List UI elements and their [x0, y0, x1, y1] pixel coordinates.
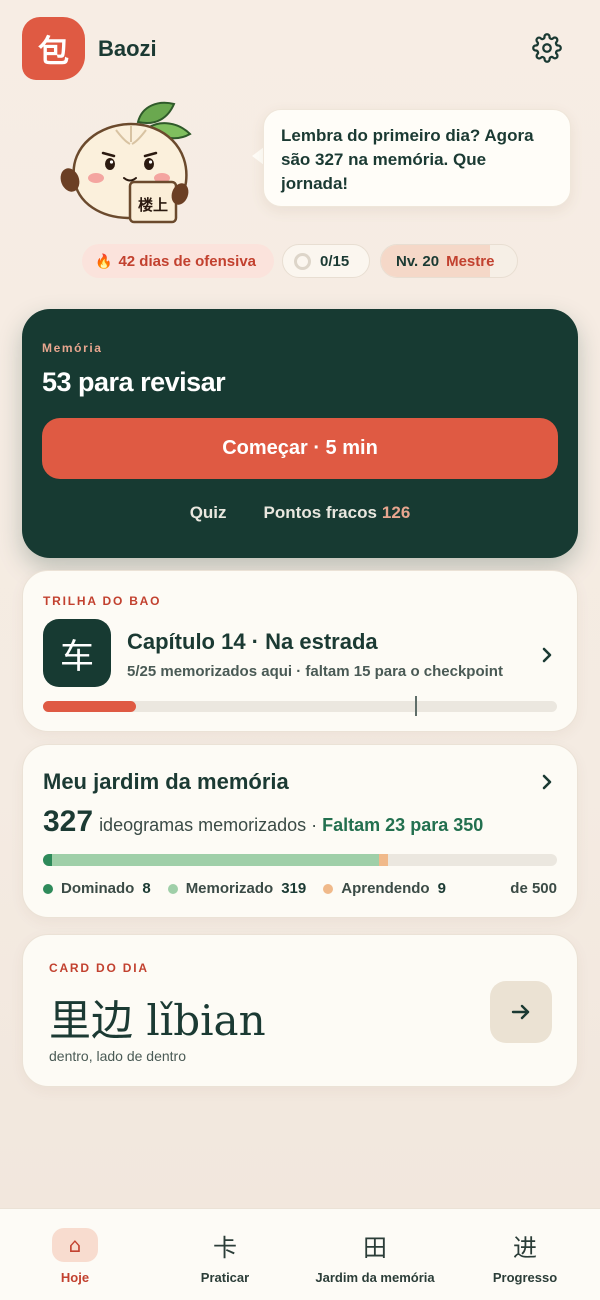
quiz-link[interactable]: Quiz	[190, 503, 227, 523]
home-icon: ⌂	[68, 1233, 82, 1257]
app-header: 包 Baozi	[0, 0, 600, 96]
nav-label: Praticar	[200, 1270, 250, 1285]
legend-name: Aprendendo	[341, 880, 430, 897]
legend-item: Dominado 8	[43, 880, 151, 897]
level-label: Nv. 20	[396, 252, 440, 270]
app-logo: 包	[22, 17, 85, 80]
baozi-mascot: 楼上	[56, 98, 206, 230]
nav-item-3[interactable]: 进 Progresso	[450, 1209, 600, 1300]
goal-remaining: Faltam 23 para 350	[322, 815, 484, 835]
trail-eyebrow: TRILHA DO BAO	[43, 594, 162, 608]
daily-hanzi: 里边	[49, 996, 134, 1045]
bottom-navigation: ⌂ Hoje 卡 Praticar 田 Jardim da memória 进 Progres…	[0, 1208, 600, 1300]
chapter-progress-fill	[43, 701, 136, 712]
nav-label: Progresso	[492, 1270, 558, 1285]
nav-label: Jardim da memória	[315, 1270, 435, 1285]
legend-count: 319	[281, 880, 307, 897]
memorized-count: 327	[43, 805, 94, 838]
review-card: Memória 53 para revisar Começar · 5 min …	[22, 309, 578, 558]
review-title: 53 para revisar	[42, 367, 226, 397]
chevron-right-icon[interactable]	[537, 772, 557, 792]
weak-points-label: Pontos fracos	[263, 503, 377, 522]
nav-icon-wrap: 卡	[202, 1228, 248, 1262]
garden-title: Meu jardim da memória	[43, 769, 289, 794]
start-review-button[interactable]: Começar · 5 min	[42, 418, 558, 479]
legend-dot	[43, 883, 53, 894]
nav-icon-wrap: 田	[352, 1228, 398, 1262]
daily-pinyin: lǐbian	[146, 996, 266, 1045]
review-eyebrow: Memória	[42, 341, 103, 355]
flame-icon: 🔥	[95, 252, 113, 269]
daily-goal-label: 0/15	[320, 252, 350, 270]
memory-garden-card[interactable]: Meu jardim da memória 327 ideogramas mem…	[22, 744, 578, 918]
legend-item: Memorizado 319	[167, 880, 307, 897]
mascot-sign-text: 楼上	[137, 196, 168, 214]
chapter-icon: 车	[43, 619, 111, 687]
streak-label: 42 dias de ofensiva	[118, 252, 257, 270]
daily-eyebrow: CARD DO DIA	[49, 961, 149, 975]
legend-name: Memorizado	[185, 880, 274, 897]
chapter-subtitle: 5/25 memorizados aqui · faltam 15 para o…	[127, 663, 503, 680]
mastery-legend: Dominado 8 Memorizado 319 Aprendendo 9 de 500	[43, 880, 557, 897]
mastery-segment-2	[379, 854, 388, 866]
weak-points-count: 126	[381, 503, 411, 522]
arrow-right-icon	[511, 1004, 530, 1020]
garden-field-icon: 田	[363, 1233, 387, 1262]
separator: ·	[311, 815, 318, 835]
total-label: de 500	[510, 880, 557, 897]
level-badge[interactable]: Nv. 20 Mestre	[380, 244, 518, 278]
level-rank: Mestre	[446, 252, 495, 270]
mastery-segment-0	[43, 854, 52, 866]
mastery-segment-1	[52, 854, 379, 866]
nav-icon-wrap: ⌂	[52, 1228, 98, 1262]
nav-label: Hoje	[60, 1270, 90, 1285]
chapter-title: Capítulo 14 · Na estrada	[127, 629, 378, 654]
legend-item: Aprendendo 9	[323, 880, 446, 897]
legend-count: 9	[437, 880, 446, 897]
mastery-stacked-bar	[43, 854, 557, 866]
gear-icon	[532, 33, 562, 63]
trail-card[interactable]: TRILHA DO BAO 车 Capítulo 14 · Na estrada…	[22, 570, 578, 732]
legend-dot	[167, 883, 178, 894]
progress-ring-icon	[294, 252, 311, 270]
card-of-the-day[interactable]: CARD DO DIA 里边 lǐbian dentro, lado de de…	[22, 934, 578, 1087]
nav-item-1[interactable]: 卡 Praticar	[150, 1209, 300, 1300]
legend-count: 8	[142, 880, 151, 897]
chapter-progress-bar	[43, 696, 557, 716]
speech-bubble: Lembra do primeiro dia? Agora são 327 na…	[263, 109, 571, 207]
legend-dot	[323, 883, 334, 894]
chevron-right-icon[interactable]	[537, 645, 557, 665]
settings-button[interactable]	[530, 31, 564, 65]
nav-item-0[interactable]: ⌂ Hoje	[0, 1209, 150, 1300]
open-card-button[interactable]	[490, 981, 552, 1043]
checkpoint-marker	[414, 696, 417, 716]
practice-card-icon: 卡	[213, 1233, 237, 1262]
weak-points-link[interactable]: Pontos fracos 126	[264, 503, 411, 523]
progress-icon: 进	[513, 1233, 537, 1262]
memorized-unit: ideogramas memorizados	[99, 815, 307, 835]
daily-meaning: dentro, lado de dentro	[49, 1048, 186, 1064]
app-name: Baozi	[98, 36, 157, 61]
nav-icon-wrap: 进	[502, 1228, 548, 1262]
nav-item-2[interactable]: 田 Jardim da memória	[300, 1209, 450, 1300]
daily-goal-badge[interactable]: 0/15	[282, 244, 370, 278]
legend-name: Dominado	[61, 880, 135, 897]
streak-badge[interactable]: 🔥 42 dias de ofensiva	[82, 244, 274, 278]
